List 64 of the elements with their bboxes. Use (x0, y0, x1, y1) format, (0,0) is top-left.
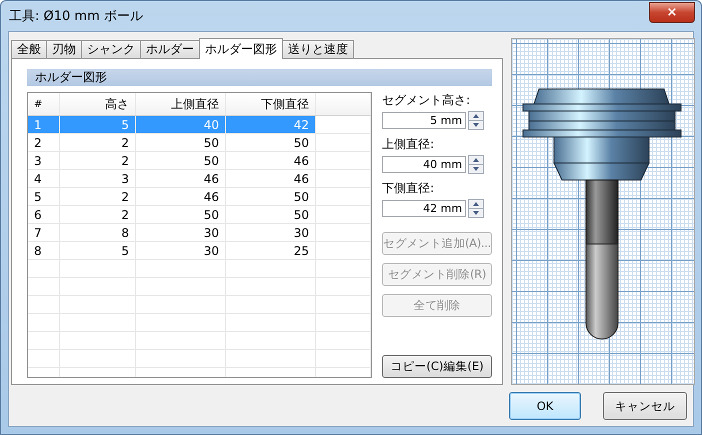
window-title: 工具: Ø10 mm ボール (9, 8, 143, 25)
spin-buttons[interactable] (468, 155, 484, 174)
tab[interactable]: 刃物 (46, 40, 82, 58)
table-cell: 50 (226, 206, 316, 223)
table-cell: 30 (136, 242, 226, 259)
table-cell: 2 (60, 188, 136, 205)
copy-edit-button[interactable]: コピー(C)編集(E) (382, 355, 492, 378)
field-label: 上側直径: (382, 136, 436, 153)
table-cell: 5 (60, 242, 136, 259)
column-header[interactable]: 高さ (60, 93, 136, 115)
table-cell: 5 (60, 116, 136, 133)
table-cell: 2 (60, 152, 136, 169)
column-header[interactable]: 上側直径 (136, 93, 226, 115)
table-cell: 46 (136, 188, 226, 205)
table-cell: 25 (226, 242, 316, 259)
field-label: 下側直径: (382, 180, 436, 197)
table-cell: 42 (226, 116, 316, 133)
tab[interactable]: シャンク (81, 40, 141, 58)
table-cell: 3 (28, 152, 60, 169)
table-cell: 30 (226, 224, 316, 241)
table-cell: 50 (226, 134, 316, 151)
table-row[interactable]: 8 5 30 25 (28, 242, 372, 260)
table-cell: 2 (28, 134, 60, 151)
number-field[interactable]: 42 mm (382, 200, 466, 217)
dialog-button[interactable]: OK (509, 392, 581, 420)
tab[interactable]: ホルダー (140, 40, 200, 58)
table-cell: 50 (136, 152, 226, 169)
column-header[interactable]: 下側直径 (226, 93, 316, 115)
table-cell: 1 (28, 116, 60, 133)
table-cell: 46 (226, 152, 316, 169)
table-cell: 50 (136, 206, 226, 223)
number-field[interactable]: 5 mm (382, 112, 466, 129)
column-header[interactable]: # (28, 93, 60, 115)
tab[interactable]: 送りと速度 (282, 40, 354, 58)
table-row[interactable]: 3 2 50 46 (28, 152, 372, 170)
tab[interactable]: 全般 (11, 40, 47, 58)
table-cell: 46 (226, 170, 316, 187)
table-cell: 8 (60, 224, 136, 241)
table-cell: 7 (28, 224, 60, 241)
spin-buttons[interactable] (468, 199, 484, 218)
table-cell: 4 (28, 170, 60, 187)
number-field[interactable]: 40 mm (382, 156, 466, 173)
table-cell: 50 (136, 134, 226, 151)
table-row[interactable]: 7 8 30 30 (28, 224, 372, 242)
tab[interactable]: ホルダー図形 (199, 38, 283, 59)
field-label: セグメント高さ: (382, 92, 472, 109)
table-cell: 50 (226, 188, 316, 205)
close-button[interactable]: × (649, 2, 695, 22)
table-row[interactable]: 2 2 50 50 (28, 134, 372, 152)
section-header: ホルダー図形 (27, 69, 492, 86)
table-cell: 2 (60, 134, 136, 151)
spin-buttons[interactable] (468, 111, 484, 130)
table-cell: 46 (136, 170, 226, 187)
dialog-button[interactable]: キャンセル (603, 392, 687, 420)
table-cell: 8 (28, 242, 60, 259)
table-cell: 40 (136, 116, 226, 133)
table-cell: 30 (136, 224, 226, 241)
table-cell: 2 (60, 206, 136, 223)
table-row[interactable]: 5 2 46 50 (28, 188, 372, 206)
table-cell: 6 (28, 206, 60, 223)
table-row[interactable]: 6 2 50 50 (28, 206, 372, 224)
table-cell: 3 (60, 170, 136, 187)
table-cell: 5 (28, 188, 60, 205)
table-row[interactable]: 4 3 46 46 (28, 170, 372, 188)
